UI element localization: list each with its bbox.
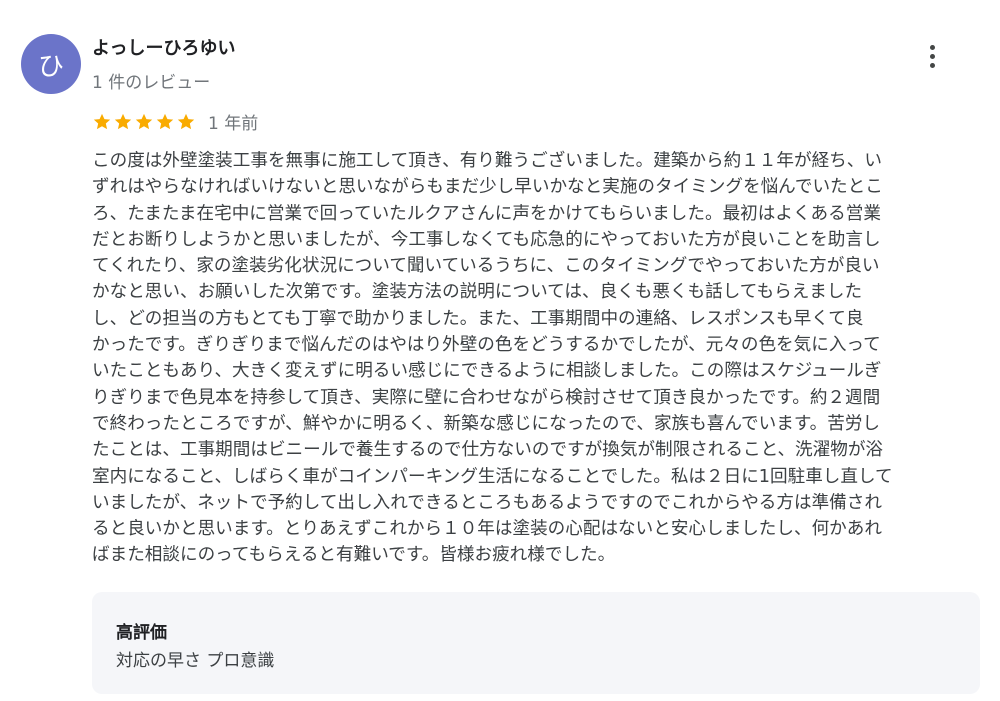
review-time-ago: 1 年前	[208, 114, 259, 134]
review-text: この度は外壁塗装工事を無事に施工して頂き、有り難うございました。建築から約１１年…	[92, 151, 893, 566]
star-icon	[114, 113, 132, 129]
more-vertical-icon-dot	[929, 53, 935, 59]
star-icon	[135, 113, 153, 129]
highlights-title: 高評価	[116, 623, 167, 643]
more-options-button[interactable]	[916, 40, 948, 72]
star-icon	[177, 113, 195, 129]
more-vertical-icon	[929, 44, 935, 50]
reviewer-review-count: 1 件のレビュー	[92, 73, 211, 93]
star-icon	[93, 113, 111, 129]
highlights-tags: 対応の早さ プロ意識	[116, 651, 275, 671]
avatar-letter: ひ	[37, 51, 64, 82]
star-rating	[92, 112, 196, 132]
more-vertical-icon-dot	[929, 62, 935, 68]
review-highlights: 高評価 対応の早さ プロ意識	[92, 592, 980, 694]
star-icon	[156, 113, 174, 129]
reviewer-name[interactable]: よっしーひろゆい	[92, 34, 235, 60]
reviewer-avatar[interactable]: ひ	[21, 34, 81, 94]
rating-row: 1 年前	[92, 109, 258, 134]
